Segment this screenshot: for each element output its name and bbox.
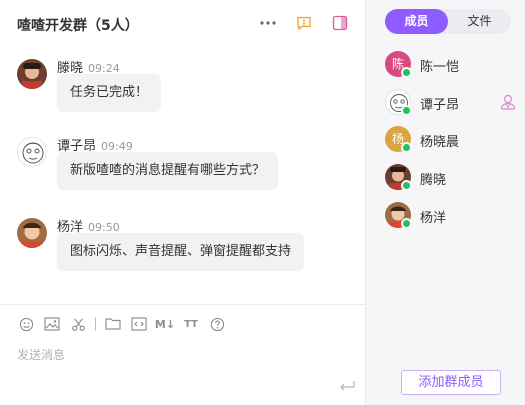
avatar[interactable] [17, 137, 47, 167]
message-bubble[interactable]: 任务已完成！ [57, 74, 162, 112]
online-status-dot [401, 67, 412, 78]
announcement-icon[interactable] [294, 13, 314, 33]
more-icon[interactable] [258, 13, 278, 33]
online-status-dot [401, 180, 412, 191]
folder-icon[interactable] [104, 315, 122, 333]
chat-area: 喳喳开发群（5人） 滕晓 09:24 任务已完成！ 谭子昂 09:49 新版喳喳… [0, 0, 365, 405]
code-icon[interactable] [130, 315, 148, 333]
image-icon[interactable] [43, 315, 61, 333]
tab-files[interactable]: 文件 [448, 9, 511, 34]
member-name: 杨洋 [420, 211, 447, 226]
sender-line: 谭子昂 09:49 [57, 135, 133, 154]
member-name: 谭子昂 [420, 98, 460, 113]
member-name: 杨晓晨 [420, 135, 460, 150]
help-icon[interactable] [208, 315, 226, 333]
online-status-dot [401, 218, 412, 229]
member-item[interactable]: 谭子昂 [385, 89, 517, 116]
message-input[interactable]: 发送消息 [17, 346, 65, 363]
member-item[interactable]: 腾晓 [385, 164, 515, 191]
emoji-icon[interactable] [17, 315, 35, 333]
member-item[interactable]: 杨 杨晓晨 [385, 126, 515, 153]
message-bubble[interactable]: 新版喳喳的消息提醒有哪些方式？ [57, 152, 279, 190]
member-name: 陈一恺 [420, 60, 460, 75]
tab-members[interactable]: 成员 [385, 9, 448, 34]
message-bubble[interactable]: 图标闪烁、声音提醒、弹窗提醒都支持 [57, 233, 305, 271]
chat-header: 喳喳开发群（5人） [0, 0, 365, 46]
composer-divider [0, 304, 365, 305]
avatar[interactable] [17, 59, 47, 89]
text-format-icon[interactable]: TT [182, 315, 200, 333]
online-status-dot [401, 142, 412, 153]
scissors-icon[interactable] [69, 315, 87, 333]
panel-tabs: 成员 文件 [385, 9, 511, 34]
toolbar-separator [95, 317, 96, 331]
online-status-dot [401, 105, 412, 116]
group-owner-icon [499, 93, 517, 111]
send-icon[interactable] [338, 378, 356, 394]
side-panel-toggle-icon[interactable] [330, 13, 350, 33]
avatar[interactable] [17, 218, 47, 248]
sender-line: 滕晓 09:24 [57, 57, 120, 76]
add-member-button[interactable]: 添加群成员 [401, 370, 501, 395]
member-item[interactable]: 杨洋 [385, 202, 515, 229]
markdown-icon[interactable]: M↓ [155, 315, 175, 333]
composer-toolbar: M↓ TT [17, 315, 234, 333]
member-item[interactable]: 陈 陈一恺 [385, 51, 515, 78]
member-panel: 成员 文件 陈 陈一恺 谭子昂 杨 杨晓晨 腾晓 杨洋 添加群成员 [365, 0, 525, 405]
sender-line: 杨洋 09:50 [57, 216, 120, 235]
member-name: 腾晓 [420, 173, 447, 188]
group-title: 喳喳开发群（5人） [17, 18, 139, 34]
